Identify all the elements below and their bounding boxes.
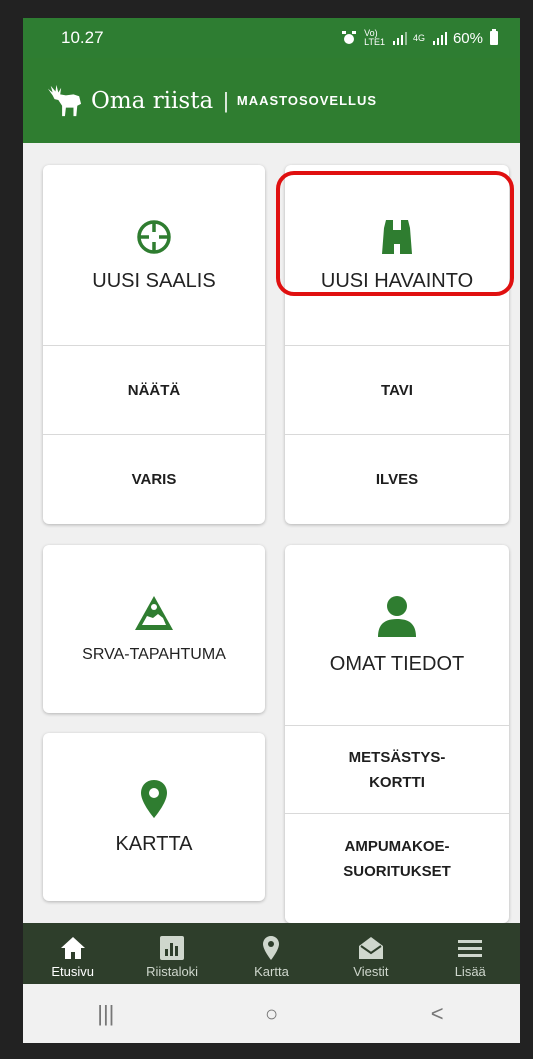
home-content: UUSI SAALIS NÄÄTÄ VARIS UUSI HAVAINTO TA… <box>23 143 520 923</box>
map-label: KARTTA <box>115 832 193 855</box>
srva-label: SRVA-TAPAHTUMA <box>82 646 226 663</box>
envelope-icon <box>358 937 383 959</box>
map-pin-icon <box>141 779 167 818</box>
hunting-card-button[interactable]: METSÄSTYS- KORTTI <box>285 725 509 813</box>
nav-home[interactable]: Etusivu <box>28 935 118 979</box>
pin-icon <box>263 936 280 960</box>
my-info-card: OMAT TIEDOT METSÄSTYS- KORTTI AMPUMAKOE-… <box>285 545 509 923</box>
nav-map[interactable]: Kartta <box>226 935 316 979</box>
new-observation-button[interactable]: UUSI HAVAINTO <box>285 165 509 345</box>
title-separator: | <box>223 87 229 113</box>
map-button[interactable]: KARTTA <box>43 733 265 901</box>
system-nav-bar: ||| ○ < <box>23 984 520 1043</box>
new-catch-button[interactable]: UUSI SAALIS <box>43 165 265 345</box>
my-info-label: OMAT TIEDOT <box>329 652 465 675</box>
status-icons: Vo) LTE1 4G 60% <box>341 29 498 47</box>
shortcut-varis-button[interactable]: VARIS <box>43 434 265 524</box>
srva-button[interactable]: SRVA-TAPAHTUMA <box>43 545 265 713</box>
nav-messages[interactable]: Viestit <box>326 935 416 979</box>
battery-icon <box>490 29 498 45</box>
new-catch-label: UUSI SAALIS <box>92 269 216 292</box>
signal-icon-2 <box>432 31 447 45</box>
shooting-tests-button[interactable]: AMPUMAKOE- SUORITUKSET <box>285 813 509 903</box>
app-subtitle: MAASTOSOVELLUS <box>236 93 378 108</box>
phone-screen: 10.27 Vo) LTE1 4G 60% Oma riista | MAAST… <box>23 18 520 1043</box>
binoculars-icon <box>382 219 412 254</box>
map-card[interactable]: KARTTA <box>43 733 265 901</box>
nav-game-log[interactable]: Riistaloki <box>127 935 217 979</box>
srva-card[interactable]: SRVA-TAPAHTUMA <box>43 545 265 713</box>
network-type: 4G <box>412 32 425 43</box>
shortcut-ilves-button[interactable]: ILVES <box>285 434 509 524</box>
signal-icon <box>392 31 407 45</box>
person-icon <box>378 595 416 637</box>
crosshair-icon <box>137 219 171 254</box>
observation-card: UUSI HAVAINTO TAVI ILVES <box>285 165 509 524</box>
shortcut-tavi-button[interactable]: TAVI <box>285 345 509 434</box>
home-button[interactable]: ○ <box>211 1001 331 1027</box>
new-observation-label: UUSI HAVAINTO <box>320 269 474 292</box>
status-bar: 10.27 Vo) LTE1 4G 60% <box>23 18 520 58</box>
nav-more[interactable]: Lisää <box>425 935 515 979</box>
volte-indicator: Vo) LTE1 <box>364 28 385 47</box>
moose-logo-icon <box>47 84 82 116</box>
chart-icon <box>160 936 185 960</box>
status-time: 10.27 <box>61 28 104 47</box>
alarm-icon <box>342 31 357 44</box>
battery-percent: 60% <box>452 29 483 47</box>
srva-warning-icon <box>135 596 173 630</box>
catch-card: UUSI SAALIS NÄÄTÄ VARIS <box>43 165 265 524</box>
home-icon <box>60 937 85 959</box>
app-title: Oma riista <box>91 87 214 114</box>
back-button[interactable]: < <box>377 1001 497 1027</box>
app-bar: Oma riista | MAASTOSOVELLUS <box>23 58 520 143</box>
recents-button[interactable]: ||| <box>46 1001 166 1027</box>
bottom-nav: Etusivu Riistaloki Kartta Viestit Lisää <box>23 923 520 984</box>
shortcut-naata-button[interactable]: NÄÄTÄ <box>43 345 265 434</box>
menu-icon <box>458 940 483 957</box>
my-info-button[interactable]: OMAT TIEDOT <box>285 545 509 725</box>
